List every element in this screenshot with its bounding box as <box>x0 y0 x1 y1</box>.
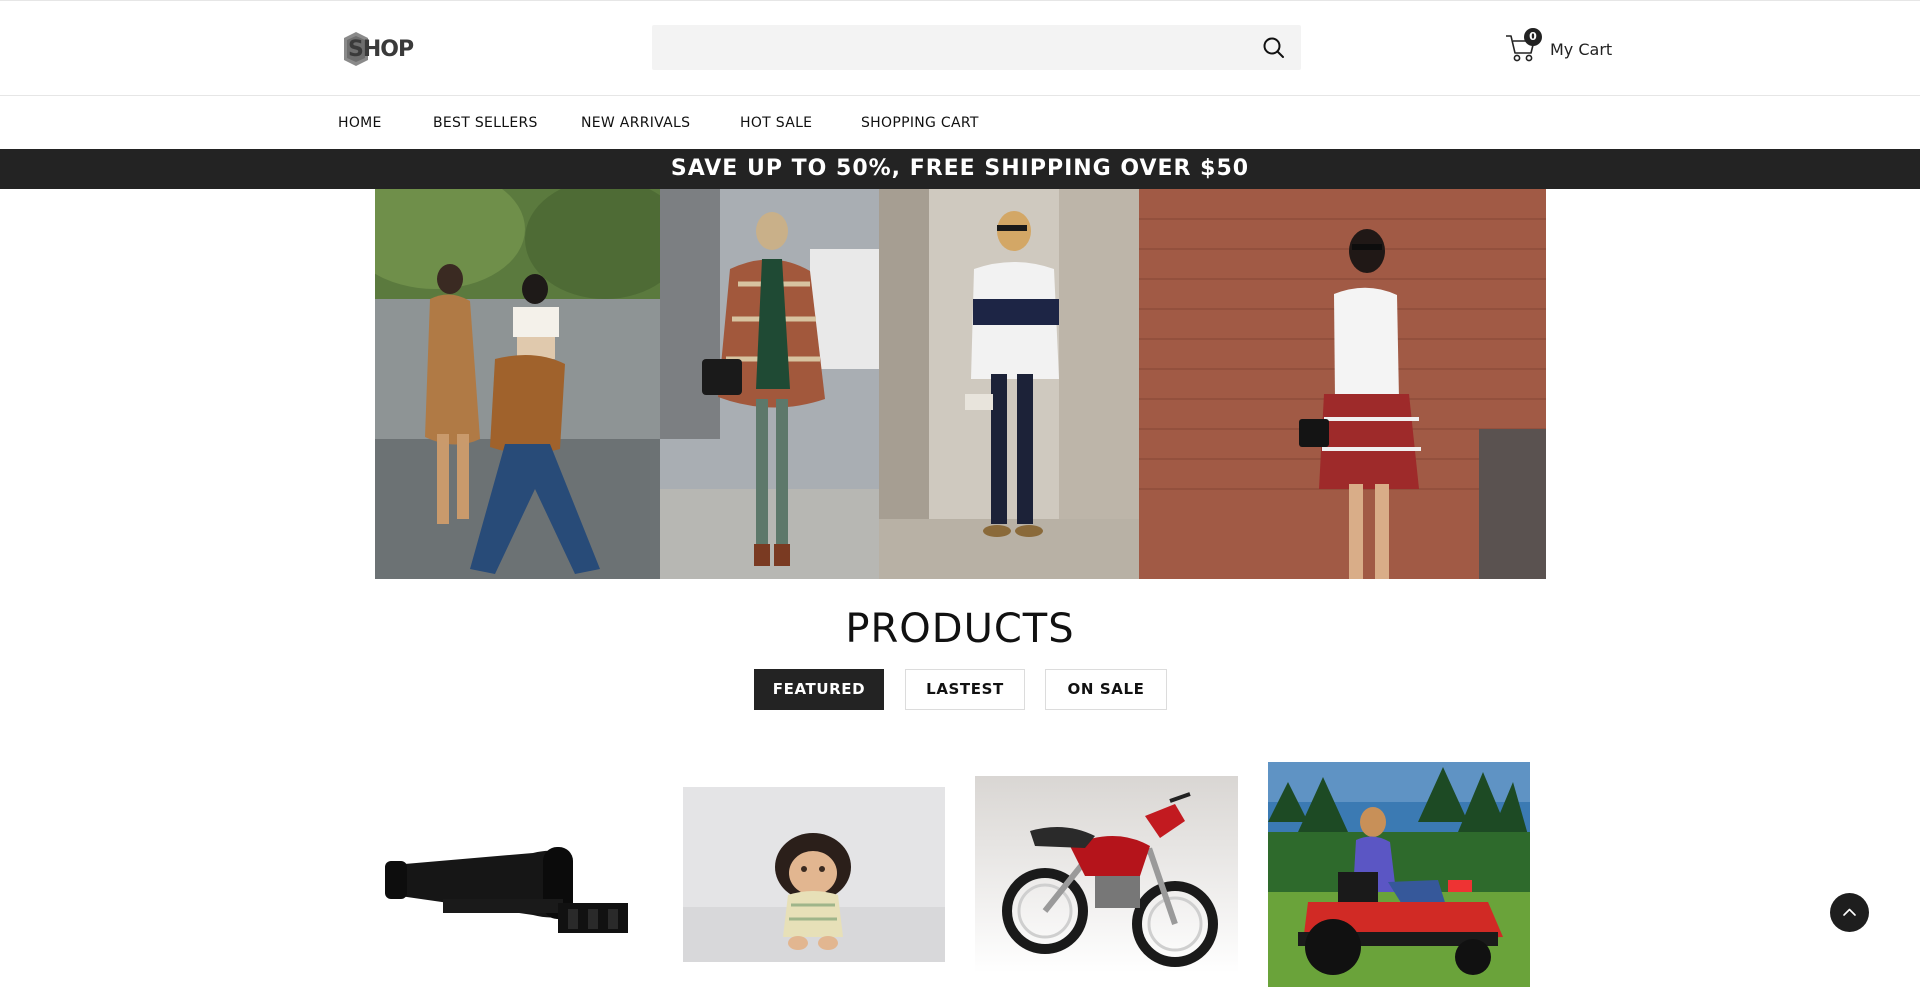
hero-panel-navy-top <box>879 189 1139 579</box>
hero-panel-plaid-poncho <box>660 189 879 579</box>
tab-featured[interactable]: FEATURED <box>754 669 884 710</box>
nav-item-hot-sale[interactable]: HOT SALE <box>740 115 812 131</box>
cart-label: My Cart <box>1550 40 1613 59</box>
site-header: SHOP 0 My Cart <box>0 1 1920 96</box>
product-image-motorcycle[interactable] <box>975 776 1238 973</box>
promo-banner: SAVE UP TO 50%, FREE SHIPPING OVER $50 <box>0 149 1920 189</box>
nav-item-home[interactable]: HOME <box>338 115 382 131</box>
nav-item-shopping-cart[interactable]: SHOPPING CART <box>861 115 979 131</box>
product-image-rifle-scope[interactable] <box>383 825 653 945</box>
product-image-doll[interactable] <box>683 787 945 962</box>
cart-button[interactable]: 0 My Cart <box>1505 25 1625 65</box>
search-input[interactable] <box>652 25 1242 70</box>
logo-text: SHOP <box>348 37 414 62</box>
nav-item-new-arrivals[interactable]: NEW ARRIVALS <box>581 115 690 131</box>
products-title: PRODUCTS <box>845 606 1075 652</box>
hero-panel-brick-wall <box>1139 189 1546 579</box>
back-to-top-button[interactable] <box>1830 893 1869 932</box>
hero-panel-street-walkers <box>375 189 660 579</box>
logo[interactable]: SHOP <box>342 30 414 68</box>
cart-count-badge: 0 <box>1524 28 1542 46</box>
nav-item-best-sellers[interactable]: BEST SELLERS <box>433 115 538 131</box>
search-bar <box>652 25 1301 70</box>
chevron-up-icon <box>1843 908 1856 916</box>
product-image-riding-mower[interactable] <box>1268 762 1530 987</box>
main-nav: HOME BEST SELLERS NEW ARRIVALS HOT SALE … <box>0 97 1920 149</box>
tab-on-sale[interactable]: ON SALE <box>1045 669 1167 710</box>
search-icon[interactable] <box>1261 35 1287 61</box>
tab-lastest[interactable]: LASTEST <box>905 669 1025 710</box>
hero-banner[interactable] <box>375 189 1546 579</box>
